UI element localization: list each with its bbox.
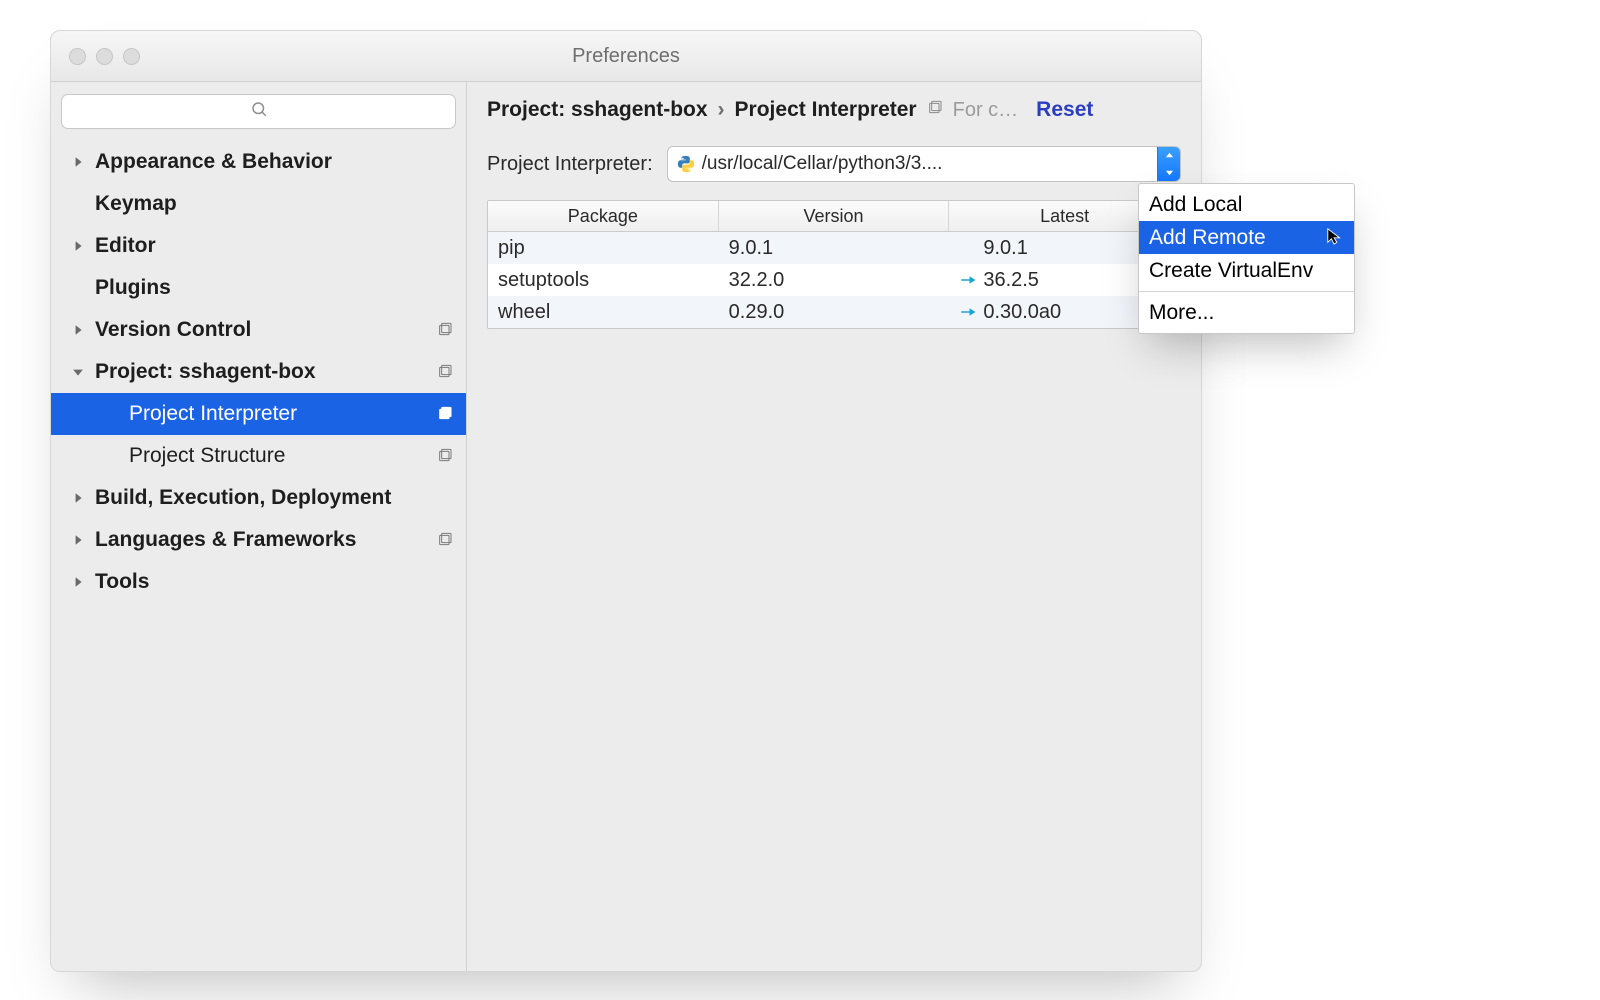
chevron-right-icon[interactable] — [69, 324, 87, 336]
table-row[interactable]: wheel0.29.00.30.0a0 — [488, 296, 1180, 328]
chevron-right-icon[interactable] — [69, 534, 87, 546]
project-scope-icon — [436, 406, 454, 422]
cell-package: wheel — [488, 296, 719, 328]
menu-item-create-virtualenv[interactable]: Create VirtualEnv — [1139, 254, 1354, 287]
menu-item-add-remote[interactable]: Add Remote — [1139, 221, 1354, 254]
col-package[interactable]: Package — [488, 201, 719, 231]
cell-package: pip — [488, 232, 719, 264]
table-header: Package Version Latest — [488, 201, 1180, 232]
cell-package: setuptools — [488, 264, 719, 296]
sidebar-item-label: Editor — [95, 234, 428, 258]
project-scope-icon — [436, 448, 454, 464]
update-available-icon — [959, 271, 977, 289]
sidebar-item-appearance-behavior[interactable]: Appearance & Behavior — [51, 141, 466, 183]
chevron-right-icon[interactable] — [69, 576, 87, 588]
project-scope-icon — [436, 322, 454, 338]
table-row[interactable]: pip9.0.19.0.1 — [488, 232, 1180, 264]
cursor-icon — [1326, 227, 1344, 245]
project-scope-icon — [436, 532, 454, 548]
sidebar-item-label: Project: sshagent-box — [95, 360, 428, 384]
col-version[interactable]: Version — [719, 201, 950, 231]
for-current-project-label: For c… — [953, 99, 1019, 122]
sidebar-item-plugins[interactable]: Plugins — [51, 267, 466, 309]
interpreter-select[interactable]: /usr/local/Cellar/python3/3.... — [667, 146, 1181, 182]
sidebar-item-label: Keymap — [95, 192, 428, 216]
update-available-icon — [959, 303, 977, 321]
menu-item-add-local[interactable]: Add Local — [1139, 188, 1354, 221]
titlebar: Preferences — [51, 31, 1201, 82]
breadcrumb-page: Project Interpreter — [735, 98, 917, 122]
minimize-window-button[interactable] — [96, 48, 113, 65]
sidebar-item-label: Languages & Frameworks — [95, 528, 428, 552]
cell-version: 32.2.0 — [719, 264, 950, 296]
search-input[interactable] — [61, 94, 456, 129]
table-row[interactable]: setuptools32.2.036.2.5 — [488, 264, 1180, 296]
chevron-down-icon[interactable] — [69, 366, 87, 378]
sidebar-item-label: Tools — [95, 570, 428, 594]
interpreter-stepper[interactable] — [1157, 147, 1180, 181]
sidebar-item-tools[interactable]: Tools — [51, 561, 466, 603]
window-title: Preferences — [51, 45, 1201, 68]
python-icon — [668, 154, 702, 174]
menu-divider — [1139, 291, 1354, 292]
project-scope-icon — [436, 364, 454, 380]
sidebar-item-editor[interactable]: Editor — [51, 225, 466, 267]
sidebar-item-label: Version Control — [95, 318, 428, 342]
close-window-button[interactable] — [69, 48, 86, 65]
breadcrumb: Project: sshagent-box › Project Interpre… — [467, 82, 1201, 138]
sidebar-item-label: Build, Execution, Deployment — [95, 486, 428, 510]
sidebar-item-project-interpreter[interactable]: Project Interpreter — [51, 393, 466, 435]
sidebar: Appearance & Behavior Keymap Editor Plugins… — [51, 82, 467, 971]
cell-version: 9.0.1 — [719, 232, 950, 264]
search-icon — [250, 100, 268, 123]
preferences-window: Preferences Appearance & Behavior Keymap E… — [50, 30, 1202, 972]
reset-link[interactable]: Reset — [1036, 98, 1093, 122]
menu-item-more[interactable]: More... — [1139, 296, 1354, 329]
sidebar-item-label: Appearance & Behavior — [95, 150, 428, 174]
chevron-right-icon[interactable] — [69, 492, 87, 504]
breadcrumb-separator: › — [718, 98, 725, 122]
interpreter-actions-menu: Add LocalAdd RemoteCreate VirtualEnv More… — [1138, 183, 1355, 334]
sidebar-item-build-execution-deployment[interactable]: Build, Execution, Deployment — [51, 477, 466, 519]
main-panel: Project: sshagent-box › Project Interpre… — [467, 82, 1201, 971]
sidebar-item-project-sshagent-box[interactable]: Project: sshagent-box — [51, 351, 466, 393]
breadcrumb-project: Project: sshagent-box — [487, 98, 708, 122]
chevron-right-icon[interactable] — [69, 156, 87, 168]
interpreter-label: Project Interpreter: — [487, 153, 653, 176]
sidebar-item-label: Project Structure — [129, 444, 428, 468]
sidebar-item-project-structure[interactable]: Project Structure — [51, 435, 466, 477]
sidebar-item-languages-frameworks[interactable]: Languages & Frameworks — [51, 519, 466, 561]
sidebar-item-keymap[interactable]: Keymap — [51, 183, 466, 225]
chevron-right-icon[interactable] — [69, 240, 87, 252]
zoom-window-button[interactable] — [123, 48, 140, 65]
sidebar-item-label: Plugins — [95, 276, 428, 300]
interpreter-value: /usr/local/Cellar/python3/3.... — [702, 153, 1157, 175]
sidebar-item-version-control[interactable]: Version Control — [51, 309, 466, 351]
sidebar-item-label: Project Interpreter — [129, 402, 428, 426]
sidebar-tree: Appearance & Behavior Keymap Editor Plugins… — [51, 137, 466, 971]
window-controls — [51, 48, 140, 65]
cell-version: 0.29.0 — [719, 296, 950, 328]
project-scope-icon — [927, 98, 943, 122]
packages-table: Package Version Latest pip9.0.19.0.1setu… — [487, 200, 1181, 329]
